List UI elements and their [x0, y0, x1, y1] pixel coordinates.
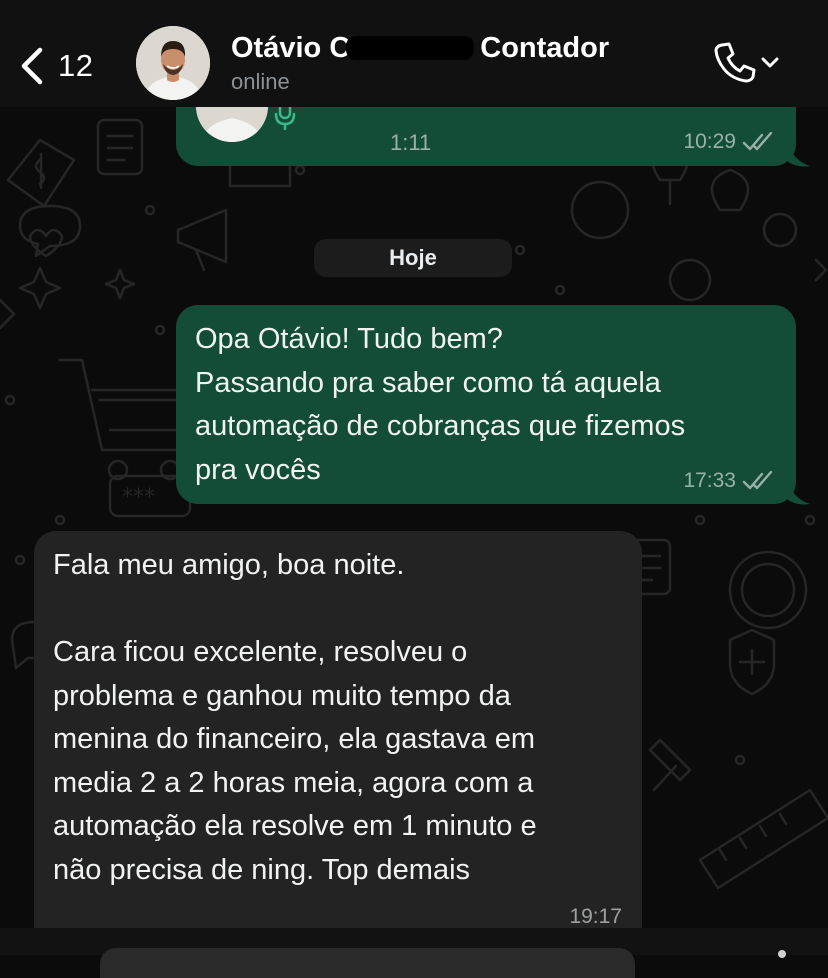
message-time: 19:17: [569, 905, 622, 928]
double-check-icon: [742, 471, 773, 490]
input-action-icon[interactable]: [778, 950, 786, 958]
chat-header: 12 Otávio C Contador online: [0, 0, 828, 107]
svg-text:***: ***: [122, 485, 155, 510]
contact-name[interactable]: Otávio C Contador: [231, 32, 609, 65]
contact-name-suffix: Contador: [480, 32, 610, 64]
message-meta: 10:29: [683, 130, 774, 154]
audio-duration: 1:11: [390, 130, 432, 155]
redaction-mark: [346, 36, 475, 60]
contact-first-name: Otávio: [231, 32, 322, 64]
back-button[interactable]: 12: [18, 38, 108, 94]
double-check-icon: [742, 132, 773, 151]
message-input[interactable]: [100, 948, 635, 978]
message-time: 10:29: [683, 130, 736, 153]
contact-photo: [136, 26, 210, 100]
message-text: Fala meu amigo, boa noite. Cara ficou ex…: [53, 549, 537, 886]
incoming-message-bubble[interactable]: Fala meu amigo, boa noite. Cara ficou ex…: [34, 531, 642, 951]
date-divider: Hoje: [314, 239, 512, 277]
message-meta: 17:33: [683, 469, 774, 493]
call-button[interactable]: [712, 40, 784, 84]
unread-chats-count: 12: [58, 48, 94, 83]
message-time: 17:33: [683, 469, 736, 492]
chevron-left-icon: [21, 47, 43, 85]
contact-avatar[interactable]: [136, 26, 210, 100]
message-meta: 19:17: [569, 905, 622, 929]
message-text: Opa Otávio! Tudo bem? Passando pra saber…: [195, 323, 686, 486]
contact-status: online: [231, 69, 290, 94]
outgoing-message-bubble[interactable]: Opa Otávio! Tudo bem? Passando pra saber…: [176, 305, 796, 504]
phone-icon: [714, 42, 756, 83]
chevron-down-icon: [761, 57, 779, 68]
